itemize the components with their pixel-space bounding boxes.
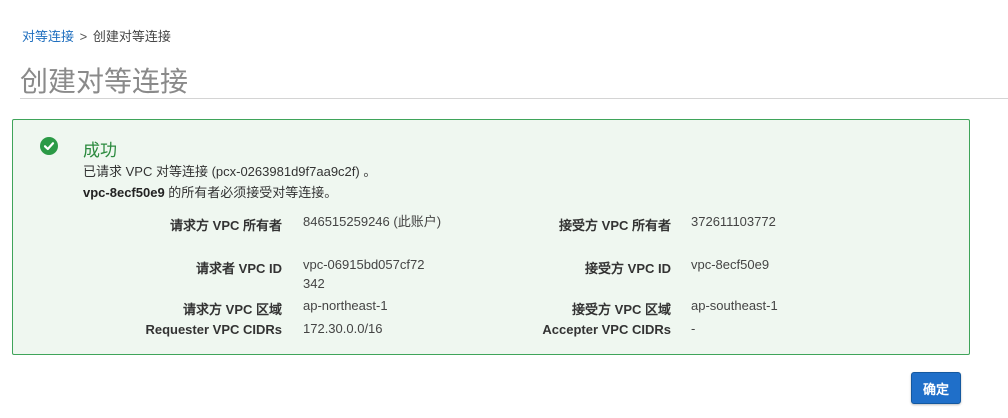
requester-owner-value: 846515259246 (此账户) <box>303 214 442 229</box>
check-circle-icon <box>40 137 58 155</box>
breadcrumb-link-peering-connections[interactable]: 对等连接 <box>22 29 74 44</box>
requester-cidrs-label: Requester VPC CIDRs <box>145 322 282 337</box>
accepter-vpc-ref: vpc-8ecf50e9 <box>83 185 165 200</box>
accepter-cidrs-label: Accepter VPC CIDRs <box>542 322 671 337</box>
page-title: 创建对等连接 <box>20 65 189 98</box>
accepter-owner-label: 接受方 VPC 所有者 <box>559 218 671 233</box>
accepter-vpc-id-value: vpc-8ecf50e9 <box>691 257 770 272</box>
title-divider <box>20 98 1008 99</box>
accept-notice: vpc-8ecf50e9 的所有者必须接受对等连接。 <box>83 182 337 201</box>
accept-notice-text: 的所有者必须接受对等连接。 <box>164 185 338 200</box>
requester-cidrs-value: 172.30.0.0/16 <box>303 321 383 336</box>
breadcrumb-current: 创建对等连接 <box>92 29 171 44</box>
requester-owner-label: 请求方 VPC 所有者 <box>170 218 282 233</box>
success-message: 已请求 VPC 对等连接 (pcx-0263981d9f7aa9c2f) 。 <box>83 164 377 179</box>
requester-vpc-id-label: 请求者 VPC ID <box>196 261 282 276</box>
success-title: 成功 <box>83 141 117 160</box>
requester-region-value: ap-northeast-1 <box>303 298 388 313</box>
accepter-vpc-id-label: 接受方 VPC ID <box>585 261 671 276</box>
accepter-cidrs-value: - <box>691 321 696 336</box>
breadcrumb-separator: > <box>79 29 88 44</box>
accepter-region-value: ap-southeast-1 <box>691 298 778 313</box>
success-panel: 成功 已请求 VPC 对等连接 (pcx-0263981d9f7aa9c2f) … <box>12 119 970 355</box>
breadcrumb: 对等连接 > 创建对等连接 <box>22 26 171 45</box>
requester-region-label: 请求方 VPC 区域 <box>183 302 282 317</box>
accepter-region-label: 接受方 VPC 区域 <box>572 302 671 317</box>
requester-vpc-id-value: vpc-06915bd057cf72342 <box>303 257 425 291</box>
accepter-owner-value: 372611103772 <box>691 214 776 229</box>
ok-button[interactable]: 确定 <box>911 372 961 404</box>
